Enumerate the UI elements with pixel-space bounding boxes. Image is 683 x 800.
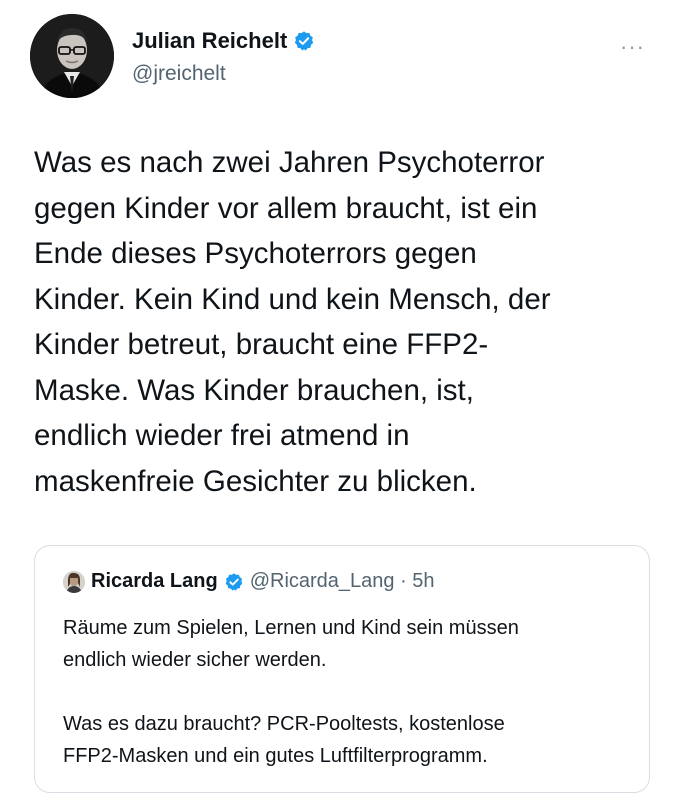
quoted-tweet-header: Ricarda Lang @Ricarda_Lang · 5h bbox=[63, 570, 435, 593]
tweet-text: Was es nach zwei Jahren Psychoterror geg… bbox=[34, 146, 551, 498]
author-handle[interactable]: @jreichelt bbox=[132, 62, 226, 86]
tweet-header: Julian Reichelt @jreichelt ··· bbox=[30, 14, 653, 104]
author-display-name[interactable]: Julian Reichelt bbox=[132, 28, 287, 54]
tweet-card: Julian Reichelt @jreichelt ··· Was es na… bbox=[0, 0, 683, 800]
author-name-row: Julian Reichelt bbox=[132, 28, 315, 54]
quoted-tweet[interactable]: Ricarda Lang @Ricarda_Lang · 5h Räume zu… bbox=[34, 545, 650, 793]
quoted-tweet-text: Räume zum Spielen, Lernen und Kind sein … bbox=[63, 617, 519, 767]
author-avatar[interactable] bbox=[30, 14, 114, 98]
quoted-verified-badge-icon bbox=[224, 572, 244, 592]
quoted-author-handle-time: @Ricarda_Lang · 5h bbox=[249, 570, 435, 592]
quoted-author-avatar bbox=[63, 570, 85, 593]
verified-badge-icon bbox=[293, 30, 315, 52]
quoted-author-name: Ricarda Lang bbox=[91, 570, 218, 592]
more-options-icon[interactable]: ··· bbox=[620, 36, 645, 58]
